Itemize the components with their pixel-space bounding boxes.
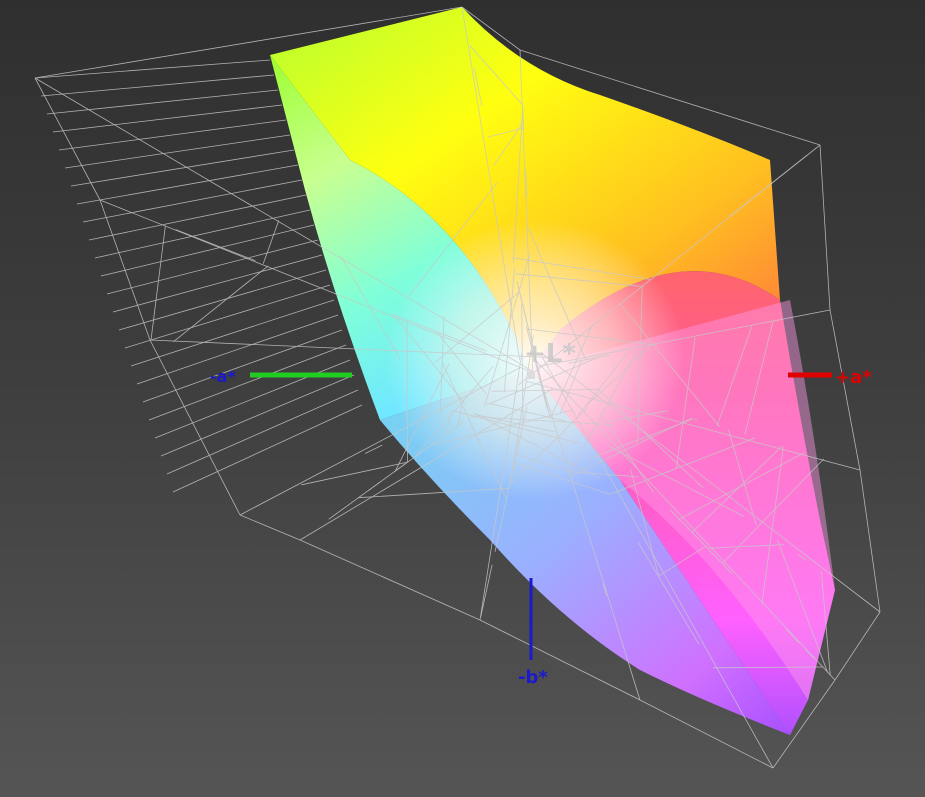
minus-a-label: -a* <box>210 367 236 386</box>
plus-L-label: +L* <box>524 339 576 369</box>
gamut-solid <box>270 7 835 735</box>
minus-b-label: -b* <box>518 667 548 688</box>
plus-a-label: +a* <box>835 367 872 388</box>
origin-marker <box>528 372 535 379</box>
gamut-3d-view[interactable]: -a* +a* -b* +L* <box>0 0 925 797</box>
